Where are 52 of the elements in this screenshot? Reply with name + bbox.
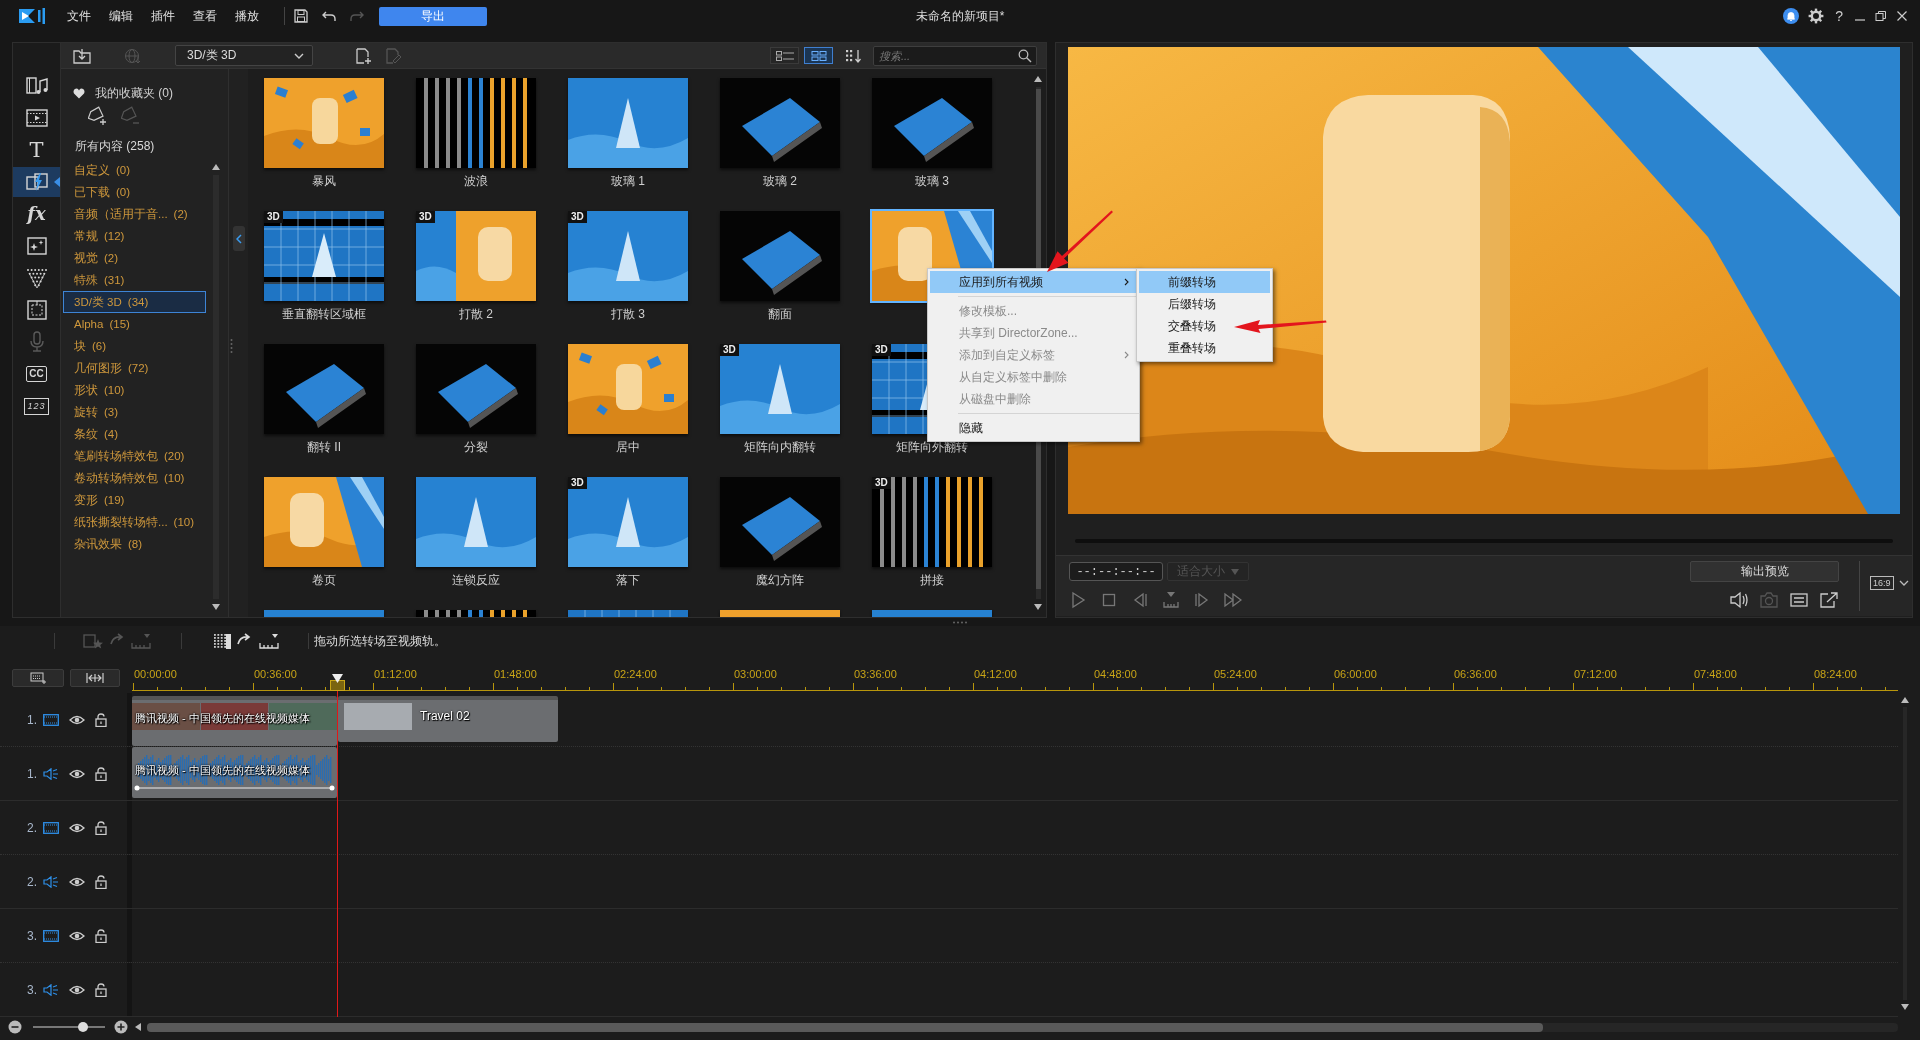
time-label: 05:24:00 xyxy=(1214,668,1257,680)
3d-label: 3D xyxy=(416,211,435,223)
transition-label: 打散 3 xyxy=(611,306,645,322)
time-label: 07:48:00 xyxy=(1694,668,1737,680)
time-label: 00:36:00 xyxy=(254,668,297,680)
track-number: 2. xyxy=(27,874,38,889)
transition-label: 暴风 xyxy=(312,173,336,189)
transition-label: 波浪 xyxy=(464,173,488,189)
clip-label: 腾讯视频 - 中国领先的在线视频媒体 xyxy=(135,712,310,725)
track-number: 1. xyxy=(27,766,38,781)
track-number: 1. xyxy=(27,712,38,727)
transition-label: 分裂 xyxy=(464,439,488,455)
transition-label: 矩阵向内翻转 xyxy=(744,439,816,455)
3d-label: 3D xyxy=(872,344,891,356)
transition-label: 拼接 xyxy=(920,572,944,588)
transition-label: 玻璃 3 xyxy=(915,173,949,189)
time-label: 06:36:00 xyxy=(1454,668,1497,680)
track-number: 3. xyxy=(27,982,38,997)
clip-label: 腾讯视频 - 中国领先的在线视频媒体 xyxy=(135,764,310,777)
time-label: 00:00:00 xyxy=(134,668,177,680)
time-label: 03:00:00 xyxy=(734,668,777,680)
time-label: 02:24:00 xyxy=(614,668,657,680)
transition-label: 翻转 II xyxy=(307,439,341,455)
track-number: 3. xyxy=(27,928,38,943)
transition-label: 打散 2 xyxy=(459,306,493,322)
clip-label: Travel 02 xyxy=(420,709,470,723)
3d-label: 3D xyxy=(568,211,587,223)
transition-label: 卷页 xyxy=(312,572,336,588)
hint-text: 拖动所选转场至视频轨。 xyxy=(314,632,446,650)
transition-label: 落下 xyxy=(616,572,640,588)
time-label: 06:00:00 xyxy=(1334,668,1377,680)
3d-label: 3D xyxy=(264,211,283,223)
time-label: 08:24:00 xyxy=(1814,668,1857,680)
3d-label: 3D xyxy=(872,477,891,489)
window-title: 未命名的新项目* xyxy=(915,7,1005,25)
transition-label: 矩阵向外翻转 xyxy=(896,439,968,455)
transition-label: 玻璃 1 xyxy=(611,173,645,189)
track-number: 2. xyxy=(27,820,38,835)
transition-label: 玻璃 2 xyxy=(763,173,797,189)
transition-label: 魔幻方阵 xyxy=(756,572,804,588)
time-label: 04:12:00 xyxy=(974,668,1017,680)
3d-label: 3D xyxy=(720,344,739,356)
transition-label: 垂直翻转区域框 xyxy=(282,306,366,322)
time-label: 04:48:00 xyxy=(1094,668,1137,680)
time-label: 01:12:00 xyxy=(374,668,417,680)
transition-label: 居中 xyxy=(616,439,640,455)
3d-label: 3D xyxy=(568,477,587,489)
transition-label: 连锁反应 xyxy=(452,572,500,588)
time-label: 01:48:00 xyxy=(494,668,537,680)
time-label: 03:36:00 xyxy=(854,668,897,680)
transition-label: 翻面 xyxy=(768,306,792,322)
time-label: 07:12:00 xyxy=(1574,668,1617,680)
